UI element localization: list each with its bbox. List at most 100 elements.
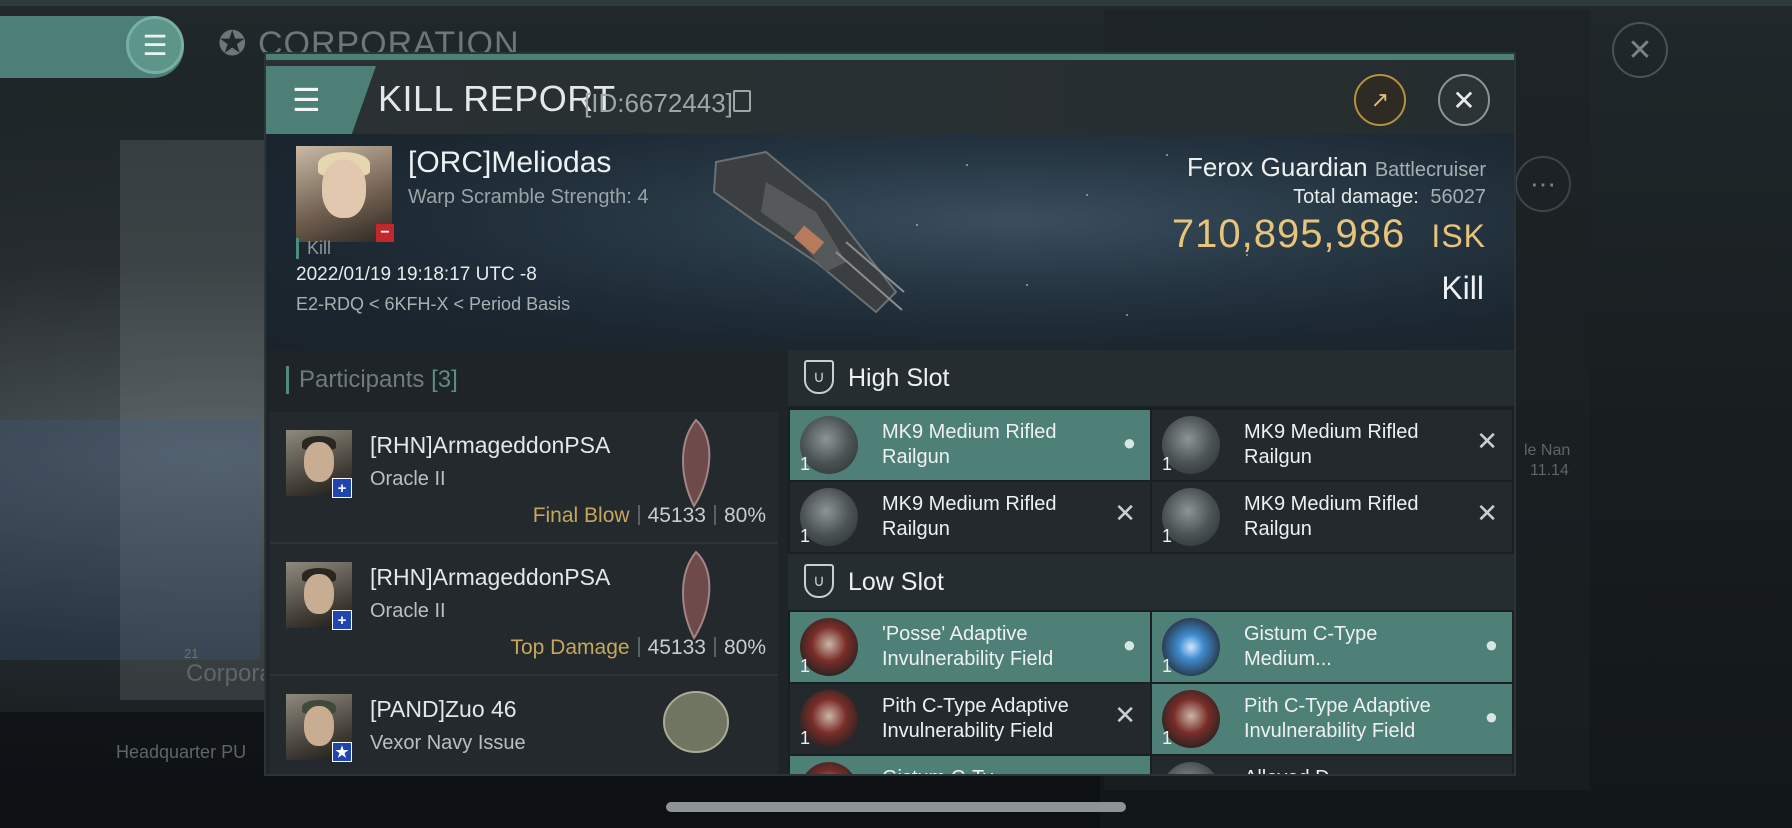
- side-number: 11.14: [1530, 462, 1569, 479]
- participant-ship: Oracle II: [370, 600, 446, 622]
- star-badge-icon: ★: [332, 742, 352, 762]
- shield-module-icon: [800, 762, 858, 774]
- corp-label: Corpora: [186, 660, 273, 687]
- module-name: Gistum C-Type Medium...: [1244, 623, 1378, 670]
- module-name: MK9 Medium Rifled Railgun: [1244, 493, 1419, 540]
- kill-report-modal: ☰ KILL REPORT [ID:6672443] ↗ ✕ − [ORC]Me…: [266, 54, 1514, 774]
- high-slot-label: High Slot: [848, 364, 950, 392]
- fitting-panel: ∪ High Slot 1 MK9 Medium Rifled Railgun …: [788, 350, 1514, 774]
- module-item[interactable]: 1 Pith C-Type Adaptive Invulnerability F…: [790, 684, 1150, 754]
- armor-plate-icon: [1162, 762, 1220, 774]
- module-name: 'Posse' Adaptive Invulnerability Field: [882, 623, 1054, 670]
- victim-subtitle: Warp Scramble Strength: 4: [408, 186, 649, 208]
- module-item[interactable]: 1 Pith C-Type Adaptive Invulnerability F…: [1152, 684, 1512, 754]
- kill-id: [ID:6672443]: [584, 88, 733, 118]
- hq-label: Headquarter PU: [116, 742, 247, 762]
- ship-name-text: Ferox Guardian: [1186, 152, 1368, 182]
- participant-row[interactable]: + [RHN]ArmageddonPSA Oracle II Top Damag…: [270, 544, 778, 676]
- module-qty: 1: [800, 454, 811, 474]
- module-item[interactable]: 1 MK9 Medium Rifled Railgun ●: [790, 410, 1150, 480]
- module-item[interactable]: Gistum C-Ty...: [790, 756, 1150, 774]
- close-icon[interactable]: ✕: [1438, 74, 1490, 126]
- participant-stats: Final Blow 45133 80%: [533, 504, 766, 528]
- copy-icon[interactable]: [733, 90, 751, 112]
- kill-result: Kill: [1441, 270, 1484, 306]
- corporation-star-icon: ✪: [218, 25, 248, 63]
- module-qty: 1: [1162, 656, 1173, 676]
- close-icon[interactable]: ✕: [1612, 22, 1668, 78]
- station-structure: [0, 420, 260, 660]
- low-slot-label: Low Slot: [848, 568, 944, 596]
- participant-damage: 45133: [647, 504, 706, 527]
- modal-header: ☰ KILL REPORT [ID:6672443] ↗ ✕: [266, 60, 1514, 134]
- module-item[interactable]: 1 Gistum C-Type Medium... ●: [1152, 612, 1512, 682]
- ship-class: Battlecruiser: [1374, 159, 1486, 181]
- victim-ship-image: [712, 150, 905, 314]
- participant-tag: Top Damage: [510, 636, 630, 659]
- victim-ship-name: Ferox Guardian Battlecruiser: [1187, 152, 1486, 183]
- module-qty: 1: [800, 656, 811, 676]
- more-dots-icon[interactable]: ⋯: [1515, 156, 1571, 212]
- destroyed-x-icon: ✕: [1476, 498, 1498, 528]
- hamburger-icon[interactable]: ☰: [126, 16, 184, 74]
- participant-percent: 80%: [723, 636, 766, 659]
- module-qty: 1: [800, 526, 811, 546]
- high-slot-icon: ∪: [804, 360, 834, 394]
- module-qty: 1: [1162, 728, 1173, 748]
- module-name: MK9 Medium Rifled Railgun: [882, 421, 1057, 468]
- isk-value: 710,895,986 ISK: [1172, 212, 1486, 257]
- total-damage-label: Total damage:: [1293, 186, 1419, 208]
- participant-ship-image: [663, 691, 729, 753]
- isk-amount: 710,895,986: [1171, 212, 1406, 256]
- share-icon[interactable]: ↗: [1354, 74, 1406, 126]
- module-item[interactable]: 1 MK9 Medium Rifled Railgun ✕: [790, 482, 1150, 552]
- hostile-badge-icon: −: [376, 224, 394, 242]
- low-slot-icon: ∪: [804, 564, 834, 598]
- side-name: le Nan: [1524, 442, 1571, 459]
- kill-datetime: 2022/01/19 19:18:17 UTC -8: [296, 264, 537, 285]
- module-qty: 1: [1162, 526, 1173, 546]
- participant-name: [RHN]ArmageddonPSA: [370, 432, 611, 458]
- victim-banner: − [ORC]Meliodas Warp Scramble Strength: …: [266, 134, 1514, 350]
- total-damage-value: 56027: [1430, 186, 1486, 208]
- plus-badge-icon: +: [332, 610, 352, 630]
- module-item[interactable]: 1 MK9 Medium Rifled Railgun ✕: [1152, 410, 1512, 480]
- dropped-person-icon: ●: [1484, 704, 1498, 729]
- module-name: Gistum C-Ty...: [882, 766, 1102, 774]
- home-indicator[interactable]: [666, 802, 1126, 812]
- participant-name: [RHN]ArmageddonPSA: [370, 564, 611, 590]
- hamburger-icon[interactable]: ☰: [266, 66, 376, 134]
- destroyed-x-icon: ✕: [1114, 498, 1136, 528]
- participant-row[interactable]: + [RHN]ArmageddonPSA Oracle II Final Blo…: [270, 412, 778, 544]
- module-item[interactable]: 1 MK9 Medium Rifled Railgun ✕: [1152, 482, 1512, 552]
- plus-badge-icon: +: [332, 478, 352, 498]
- victim-name[interactable]: [ORC]Meliodas: [408, 146, 611, 180]
- participant-name: [PAND]Zuo 46: [370, 696, 517, 722]
- module-name: Alloyed D...: [1244, 766, 1464, 774]
- participant-percent: 80%: [723, 504, 766, 527]
- module-name: MK9 Medium Rifled Railgun: [1244, 421, 1419, 468]
- participant-ship-image: [682, 550, 711, 640]
- high-slot-header: ∪ High Slot: [788, 350, 1514, 406]
- dropped-person-icon: ●: [1484, 632, 1498, 657]
- corp-count: 21: [184, 646, 199, 661]
- total-damage: Total damage: 56027: [1293, 186, 1486, 209]
- module-qty: 1: [1162, 454, 1173, 474]
- participants-label: Participants: [299, 366, 425, 393]
- participant-tag: Final Blow: [532, 504, 630, 527]
- low-slot-header: ∪ Low Slot: [788, 554, 1514, 610]
- participant-row[interactable]: ★ [PAND]Zuo 46 Vexor Navy Issue: [270, 676, 778, 774]
- module-name: MK9 Medium Rifled Railgun: [882, 493, 1057, 540]
- dropped-person-icon: ●: [1122, 430, 1136, 455]
- module-qty: 1: [800, 728, 811, 748]
- participant-ship: Oracle II: [370, 468, 446, 490]
- kill-location: E2-RDQ < 6KFH-X < Period Basis: [296, 294, 571, 314]
- module-item[interactable]: Alloyed D...: [1152, 756, 1512, 774]
- modal-title: KILL REPORT: [378, 78, 616, 119]
- module-item[interactable]: 1 'Posse' Adaptive Invulnerability Field…: [790, 612, 1150, 682]
- participant-damage: 45133: [647, 636, 706, 659]
- destroyed-x-icon: ✕: [1114, 700, 1136, 730]
- participant-ship-image: [682, 418, 711, 508]
- module-name: Pith C-Type Adaptive Invulnerability Fie…: [1244, 695, 1431, 742]
- isk-unit: ISK: [1431, 218, 1486, 254]
